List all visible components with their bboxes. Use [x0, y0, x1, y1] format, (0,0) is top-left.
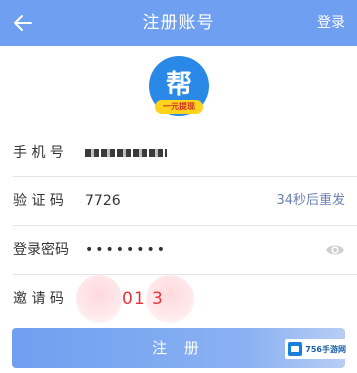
watermark-text: 756手游网	[305, 344, 346, 354]
watermark: 756手游网	[285, 339, 349, 359]
invite-row: 邀 请 码 01 3	[0, 275, 357, 323]
code-label: 验 证 码	[13, 193, 64, 209]
logo-badge: 一元提现	[155, 100, 203, 114]
app-logo: 帮 一元提现	[149, 56, 209, 116]
login-link[interactable]: 登录	[317, 0, 345, 46]
code-input[interactable]: 7726	[85, 177, 121, 225]
phone-row: 手 机 号	[0, 129, 357, 177]
watermark-logo-icon	[288, 342, 303, 356]
blur-mask	[76, 275, 122, 323]
resend-code-button[interactable]: 34秒后重发	[276, 177, 345, 225]
password-input[interactable]: ••••••••	[85, 226, 167, 274]
phone-label: 手 机 号	[13, 145, 64, 161]
invite-label: 邀 请 码	[13, 291, 64, 307]
invite-code-input[interactable]: 01 3	[122, 275, 164, 323]
phone-input[interactable]	[85, 149, 167, 157]
password-row: 登录密码 ••••••••	[0, 226, 357, 274]
eye-icon[interactable]	[325, 241, 345, 259]
page-title: 注册账号	[142, 13, 215, 33]
code-row: 验 证 码 7726 34秒后重发	[0, 177, 357, 225]
logo-character: 帮	[165, 69, 192, 100]
header-bar: 注册账号 登录	[0, 0, 357, 46]
password-label: 登录密码	[13, 242, 69, 258]
